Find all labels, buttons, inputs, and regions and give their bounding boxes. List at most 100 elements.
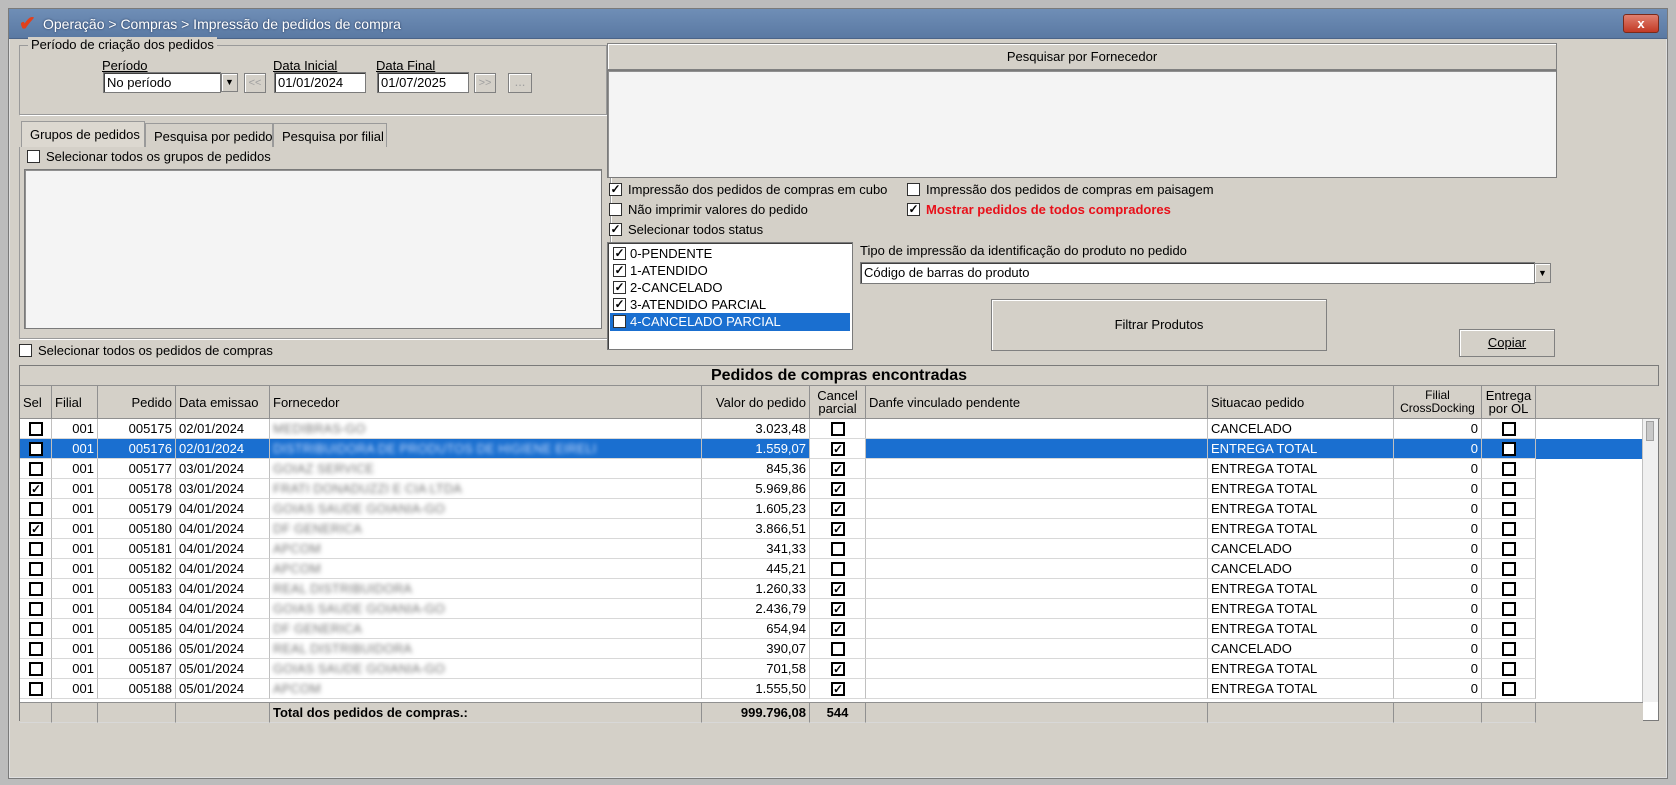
cancel-checkbox[interactable]: ✓ xyxy=(831,602,845,616)
cancel-checkbox[interactable]: ✓ xyxy=(831,462,845,476)
entrega-checkbox[interactable] xyxy=(1502,462,1516,476)
sel-checkbox[interactable] xyxy=(29,582,43,596)
sel-checkbox[interactable] xyxy=(29,542,43,556)
table-row[interactable]: 001 005176 02/01/2024 DISTRIBUIDORA DE PROD… xyxy=(20,439,1643,459)
sel-checkbox[interactable] xyxy=(29,662,43,676)
fornecedor-list[interactable] xyxy=(607,70,1557,178)
status-item-checkbox[interactable]: ✓ xyxy=(613,247,626,260)
todos-status-checkbox[interactable]: ✓ xyxy=(609,223,622,236)
table-row[interactable]: 001 005187 05/01/2024 GOIAS SAUDE GOIANIA-G… xyxy=(20,659,1643,679)
col-header-sel[interactable]: Sel xyxy=(20,386,52,419)
select-all-orders-checkbox[interactable] xyxy=(19,344,32,357)
periodo-select[interactable]: No período xyxy=(103,72,221,93)
status-listbox[interactable]: ✓ 0-PENDENTE ✓ 1-ATENDIDO ✓ 2-CANCELADO ✓ 3-ATE… xyxy=(607,242,853,350)
cubo-checkbox[interactable]: ✓ xyxy=(609,183,622,196)
sel-checkbox[interactable] xyxy=(29,642,43,656)
table-row[interactable]: 001 005183 04/01/2024 REAL DISTRIBUIDORA 1.2… xyxy=(20,579,1643,599)
sel-checkbox[interactable]: ✓ xyxy=(29,522,43,536)
sel-checkbox[interactable] xyxy=(29,682,43,696)
col-header-valor[interactable]: Valor do pedido xyxy=(702,386,810,419)
entrega-checkbox[interactable] xyxy=(1502,422,1516,436)
sel-checkbox[interactable] xyxy=(29,622,43,636)
scroll-thumb[interactable] xyxy=(1646,421,1654,441)
entrega-checkbox[interactable] xyxy=(1502,542,1516,556)
cancel-checkbox[interactable]: ✓ xyxy=(831,442,845,456)
entrega-checkbox[interactable] xyxy=(1502,662,1516,676)
table-row[interactable]: 001 005175 02/01/2024 MEDIBRAS-GO 3.023,48 CA… xyxy=(20,419,1643,439)
data-inicial-input[interactable]: 01/01/2024 xyxy=(274,72,366,93)
status-item[interactable]: ✓ 4-CANCELADO PARCIAL xyxy=(610,313,850,331)
status-item[interactable]: ✓ 0-PENDENTE xyxy=(610,245,850,263)
cancel-checkbox[interactable]: ✓ xyxy=(831,522,845,536)
sel-checkbox[interactable] xyxy=(29,462,43,476)
status-item-checkbox[interactable]: ✓ xyxy=(613,264,626,277)
filtrar-produtos-button[interactable]: Filtrar Produtos xyxy=(991,299,1327,351)
table-row[interactable]: 001 005182 04/01/2024 APCOM 445,21 CANCELADO 0 xyxy=(20,559,1643,579)
table-row[interactable]: 001 005177 03/01/2024 GOIAZ SERVICE 845,36 ✓ E… xyxy=(20,459,1643,479)
status-item[interactable]: ✓ 3-ATENDIDO PARCIAL xyxy=(610,296,850,314)
entrega-checkbox[interactable] xyxy=(1502,562,1516,576)
entrega-checkbox[interactable] xyxy=(1502,622,1516,636)
status-item-checkbox[interactable]: ✓ xyxy=(613,315,626,328)
col-header-data[interactable]: Data emissao xyxy=(176,386,270,419)
tab-pesquisa-por-pedido[interactable]: Pesquisa por pedido xyxy=(145,123,273,147)
grid-vertical-scrollbar[interactable] xyxy=(1642,419,1658,702)
cancel-checkbox[interactable]: ✓ xyxy=(831,582,845,596)
tipo-impressao-dropdown-icon[interactable]: ▼ xyxy=(1534,263,1551,283)
sel-checkbox[interactable] xyxy=(29,562,43,576)
entrega-checkbox[interactable] xyxy=(1502,602,1516,616)
sel-checkbox[interactable] xyxy=(29,442,43,456)
data-final-input[interactable]: 01/07/2025 xyxy=(377,72,469,93)
cancel-checkbox[interactable]: ✓ xyxy=(831,662,845,676)
entrega-checkbox[interactable] xyxy=(1502,502,1516,516)
cancel-checkbox[interactable] xyxy=(831,562,845,576)
cancel-checkbox[interactable] xyxy=(831,642,845,656)
status-item-checkbox[interactable]: ✓ xyxy=(613,281,626,294)
col-header-pedido[interactable]: Pedido xyxy=(98,386,176,419)
table-row[interactable]: 001 005184 04/01/2024 GOIAS SAUDE GOIANIA-G… xyxy=(20,599,1643,619)
sel-checkbox[interactable] xyxy=(29,502,43,516)
cancel-checkbox[interactable]: ✓ xyxy=(831,622,845,636)
table-row[interactable]: ✓ 001 005180 04/01/2024 DF GENERICA 3.866,51 ✓… xyxy=(20,519,1643,539)
col-header-danfe[interactable]: Danfe vinculado pendente xyxy=(866,386,1208,419)
table-row[interactable]: ✓ 001 005178 03/01/2024 FRATI DONADUZZI E CI… xyxy=(20,479,1643,499)
prev-period-button[interactable]: << xyxy=(244,73,266,93)
groups-list[interactable] xyxy=(24,169,602,329)
col-header-filial[interactable]: Filial xyxy=(52,386,98,419)
table-row[interactable]: 001 005188 05/01/2024 APCOM 1.555,50 ✓ ENTREGA… xyxy=(20,679,1643,699)
entrega-checkbox[interactable] xyxy=(1502,582,1516,596)
status-item[interactable]: ✓ 2-CANCELADO xyxy=(610,279,850,297)
tab-pesquisa-por-filial[interactable]: Pesquisa por filial xyxy=(273,123,387,147)
cancel-checkbox[interactable] xyxy=(831,542,845,556)
col-header-entrega[interactable]: Entrega por OL xyxy=(1482,386,1536,419)
next-period-button[interactable]: >> xyxy=(474,73,496,93)
paisagem-checkbox[interactable] xyxy=(907,183,920,196)
cancel-checkbox[interactable]: ✓ xyxy=(831,482,845,496)
table-row[interactable]: 001 005181 04/01/2024 APCOM 341,33 CANCELADO 0 xyxy=(20,539,1643,559)
sel-checkbox[interactable] xyxy=(29,602,43,616)
sel-checkbox[interactable]: ✓ xyxy=(29,482,43,496)
status-item-checkbox[interactable]: ✓ xyxy=(613,298,626,311)
fornecedor-header[interactable]: Pesquisar por Fornecedor xyxy=(607,43,1557,70)
cancel-checkbox[interactable]: ✓ xyxy=(831,502,845,516)
col-header-fornecedor[interactable]: Fornecedor xyxy=(270,386,702,419)
entrega-checkbox[interactable] xyxy=(1502,442,1516,456)
sel-checkbox[interactable] xyxy=(29,422,43,436)
cancel-checkbox[interactable]: ✓ xyxy=(831,682,845,696)
mostrar-todos-checkbox[interactable]: ✓ xyxy=(907,203,920,216)
tab-grupos-de-pedidos[interactable]: Grupos de pedidos xyxy=(21,121,145,147)
entrega-checkbox[interactable] xyxy=(1502,642,1516,656)
entrega-checkbox[interactable] xyxy=(1502,482,1516,496)
table-row[interactable]: 001 005179 04/01/2024 GOIAS SAUDE GOIANIA-G… xyxy=(20,499,1643,519)
copiar-button[interactable]: Copiar xyxy=(1459,329,1555,357)
periodo-dropdown-icon[interactable]: ▼ xyxy=(221,73,238,92)
close-button[interactable]: x xyxy=(1623,14,1659,33)
more-options-button[interactable]: ... xyxy=(508,73,532,93)
status-item[interactable]: ✓ 1-ATENDIDO xyxy=(610,262,850,280)
select-all-groups-checkbox[interactable] xyxy=(27,150,40,163)
tipo-impressao-select[interactable]: Código de barras do produto xyxy=(860,262,1535,284)
col-header-crossdocking[interactable]: Filial CrossDocking xyxy=(1394,386,1482,419)
entrega-checkbox[interactable] xyxy=(1502,522,1516,536)
col-header-cancel[interactable]: Cancel parcial xyxy=(810,386,866,419)
col-header-situacao[interactable]: Situacao pedido xyxy=(1208,386,1394,419)
